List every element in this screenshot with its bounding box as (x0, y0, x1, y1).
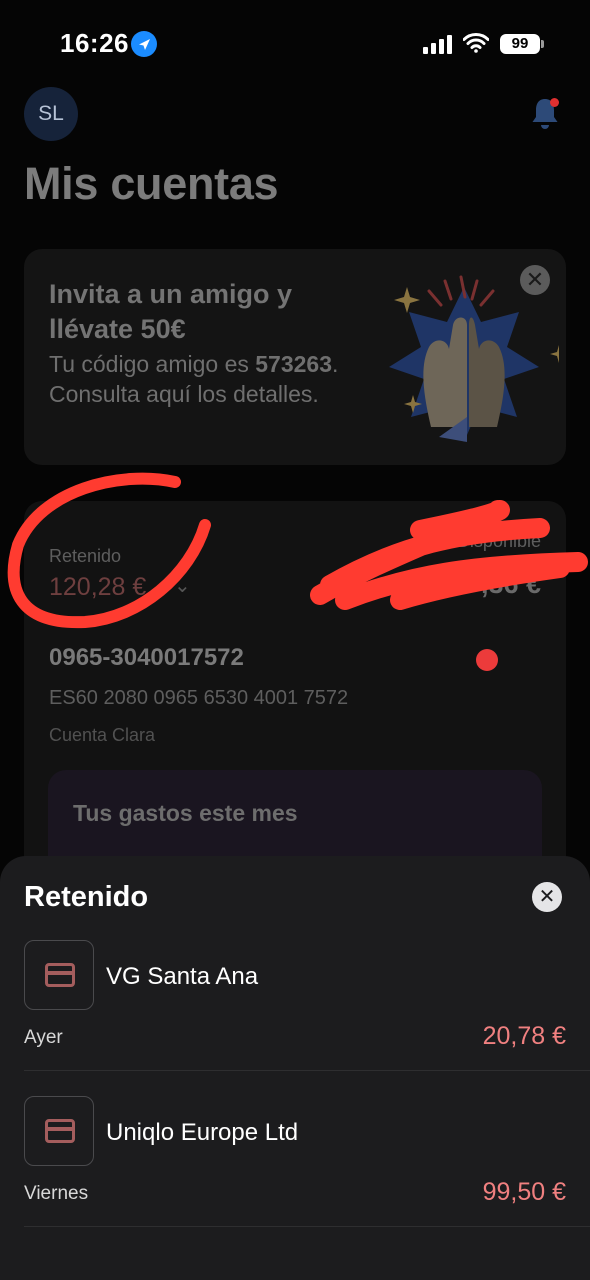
retained-bottom-sheet: Retenido ✕ VG Santa Ana Ayer 20,78 € Uni… (0, 856, 590, 1280)
promo-code: 573263 (255, 351, 333, 377)
transaction-amount: 20,78 € (482, 1022, 566, 1050)
promo-close-button[interactable]: ✕ (520, 265, 550, 295)
transaction-merchant: Uniqlo Europe Ltd (106, 1119, 299, 1146)
status-bar: 16:26 99 (0, 0, 590, 90)
sheet-close-button[interactable]: ✕ (532, 882, 562, 912)
cellular-signal-icon (423, 34, 452, 54)
account-number: 0965-3040017572 (49, 644, 244, 671)
wifi-icon (462, 33, 490, 58)
account-status-dot (476, 649, 498, 671)
row-divider (24, 1070, 590, 1071)
battery-tip (541, 40, 544, 48)
promo-text: Tu código amigo es 573263. Consulta aquí… (49, 349, 339, 409)
transaction-date: Ayer (24, 1027, 63, 1048)
status-time: 16:26 (60, 28, 129, 58)
transaction-amount: 99,50 € (482, 1178, 566, 1206)
card-icon (24, 1096, 94, 1166)
notification-badge (550, 98, 559, 107)
chevron-down-icon[interactable]: ⌄ (174, 573, 191, 598)
page-title: Mis cuentas (24, 158, 279, 209)
account-type: Cuenta Clara (49, 725, 156, 745)
spending-title: Tus gastos este mes (73, 800, 298, 826)
screen: 16:26 99 SL Mis cuentas Invita a un amig… (0, 0, 590, 1280)
row-divider (24, 1226, 590, 1227)
battery-indicator: 99 (500, 34, 540, 54)
high-five-illustration (369, 267, 568, 457)
transaction-merchant: VG Santa Ana (106, 963, 259, 990)
transaction-row[interactable]: VG Santa Ana Ayer 20,78 € (0, 940, 590, 1097)
transaction-row[interactable]: Uniqlo Europe Ltd Viernes 99,50 € (0, 1096, 590, 1253)
card-icon (24, 940, 94, 1010)
available-label: Disponible (456, 531, 541, 551)
avatar[interactable]: SL (24, 87, 78, 141)
referral-promo-card[interactable]: Invita a un amigo y llévate 50€ Tu códig… (24, 249, 568, 465)
account-iban: ES60 2080 0965 6530 4001 7572 (49, 687, 349, 709)
available-amount: ,36 € (480, 569, 541, 599)
location-arrow-icon (131, 31, 157, 57)
promo-text-before: Tu código amigo es (49, 351, 256, 377)
retained-label: Retenido (49, 546, 122, 566)
sheet-title: Retenido (24, 881, 149, 913)
transaction-date: Viernes (24, 1183, 89, 1204)
retained-amount[interactable]: 120,28 € (49, 573, 146, 602)
promo-title: Invita a un amigo y llévate 50€ (49, 279, 293, 344)
